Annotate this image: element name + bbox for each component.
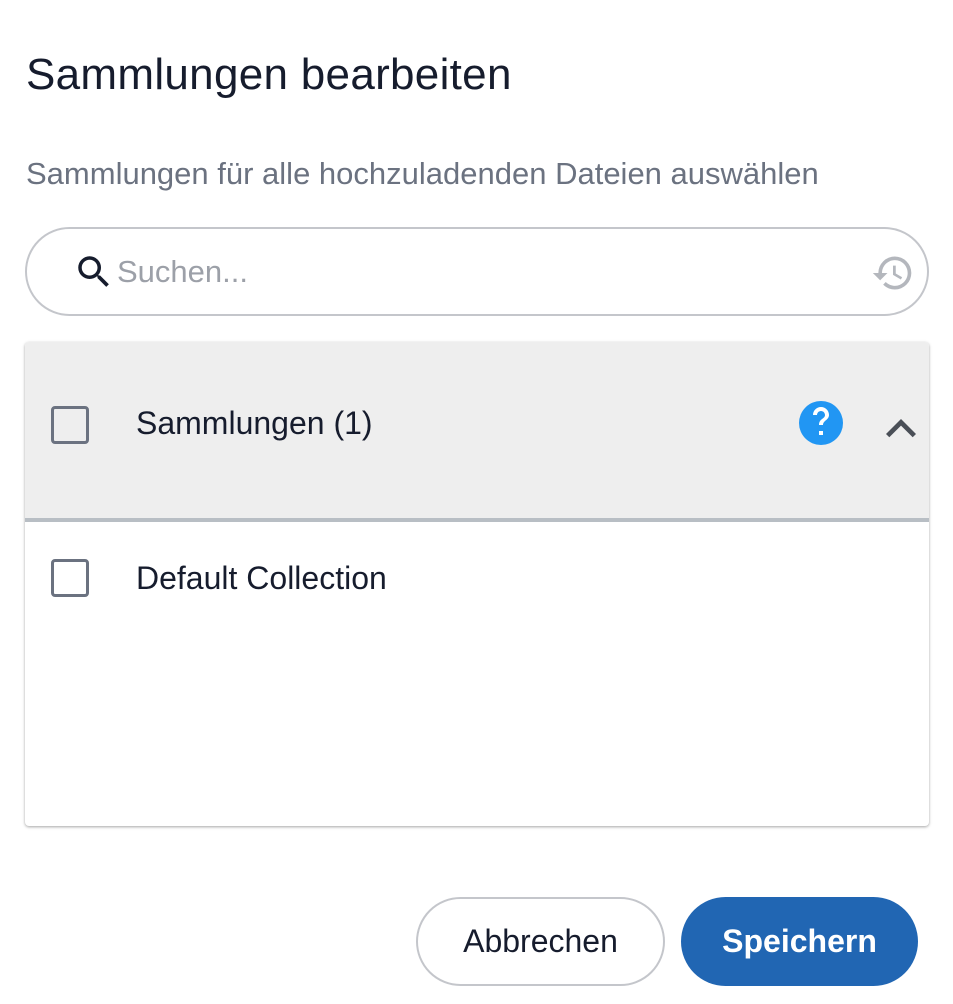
search-icon xyxy=(78,256,109,287)
help-icon[interactable] xyxy=(797,399,845,447)
dialog-subtitle: Sammlungen für alle hochzuladenden Datei… xyxy=(26,156,819,191)
search-field[interactable] xyxy=(25,227,929,316)
collection-label: Default Collection xyxy=(136,560,387,596)
chevron-up-icon[interactable] xyxy=(883,414,919,442)
collections-group-header[interactable]: Sammlungen (1) xyxy=(25,342,929,522)
list-item[interactable]: Default Collection xyxy=(25,526,929,630)
collection-checkbox[interactable] xyxy=(51,559,89,597)
select-all-collections-checkbox[interactable] xyxy=(51,406,89,444)
edit-collections-dialog: Sammlungen bearbeiten Sammlungen für all… xyxy=(0,0,953,1004)
save-button[interactable]: Speichern xyxy=(681,897,918,986)
collections-group-label: Sammlungen (1) xyxy=(136,405,373,441)
collections-panel: Sammlungen (1) Default Collection xyxy=(25,342,929,826)
dialog-title: Sammlungen bearbeiten xyxy=(26,50,512,99)
cancel-button[interactable]: Abbrechen xyxy=(416,897,665,986)
history-icon[interactable] xyxy=(871,251,915,295)
search-input[interactable] xyxy=(117,245,837,299)
